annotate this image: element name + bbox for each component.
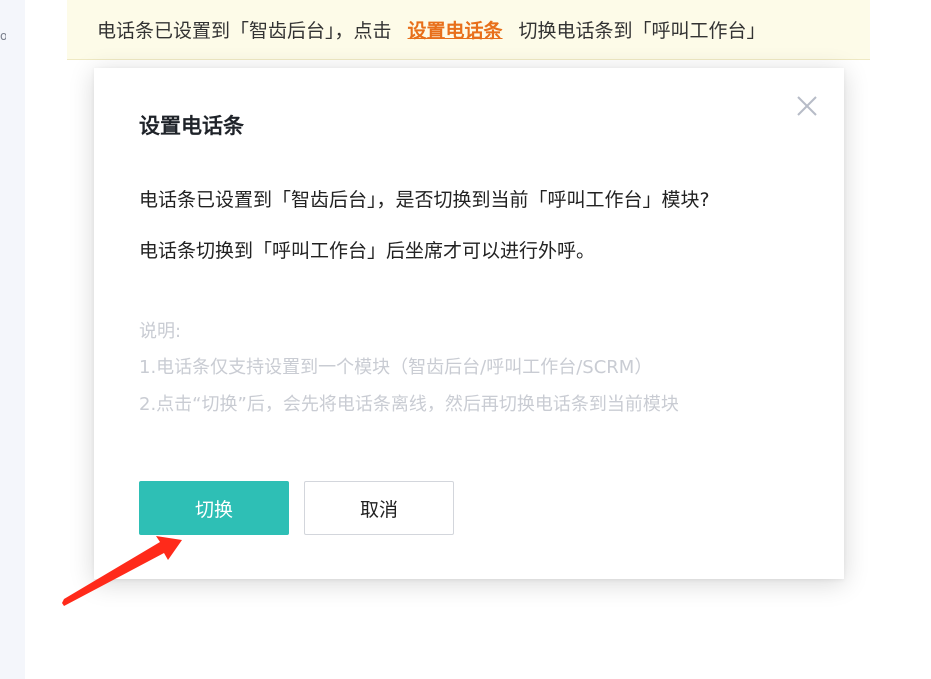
dialog-message-2: 电话条切换到「呼叫工作台」后坐席才可以进行外呼。 <box>139 240 596 262</box>
notice-text-after: 切换电话条到「呼叫工作台」 <box>518 20 766 42</box>
dialog-message-1: 电话条已设置到「智齿后台」，是否切换到当前「呼叫工作台」模块? <box>139 189 710 211</box>
close-button[interactable] <box>796 95 818 117</box>
set-phone-bar-dialog: 设置电话条 电话条已设置到「智齿后台」，是否切换到当前「呼叫工作台」模块? 电话… <box>94 68 844 579</box>
note-item-1: 1.电话条仅支持设置到一个模块（智齿后台/呼叫工作台/SCRM） <box>139 357 653 378</box>
note-item-2: 2.点击“切换”后，会先将电话条离线，然后再切换电话条到当前模块 <box>139 394 679 415</box>
dialog-title: 设置电话条 <box>139 114 244 138</box>
notice-bar: 电话条已设置到「智齿后台」，点击 设置电话条 切换电话条到「呼叫工作台」 <box>67 0 870 60</box>
note-title: 说明: <box>139 321 182 342</box>
switch-button[interactable]: 切换 <box>139 481 289 535</box>
notice-text-before: 电话条已设置到「智齿后台」，点击 <box>97 20 392 42</box>
close-icon <box>797 96 817 116</box>
cancel-button[interactable]: 取消 <box>304 481 454 535</box>
sidebar-partial-glyph: o <box>0 29 6 43</box>
notice-link-set-phone-bar[interactable]: 设置电话条 <box>408 16 503 43</box>
left-sidebar-strip: o <box>0 0 25 679</box>
